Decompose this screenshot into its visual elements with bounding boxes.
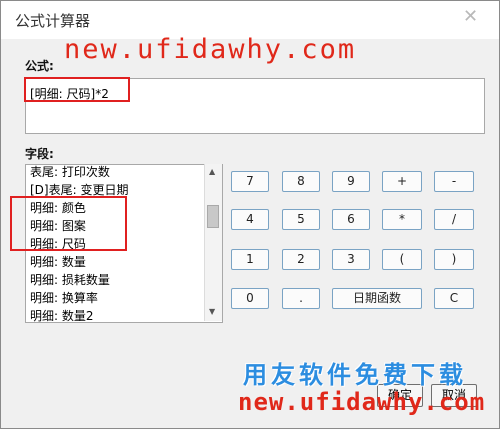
key-3-button[interactable]: 3: [332, 249, 370, 270]
formula-highlight-box: [24, 77, 130, 102]
key-0-button[interactable]: 0: [231, 288, 269, 309]
key-9-button[interactable]: 9: [332, 171, 370, 192]
scroll-up-icon[interactable]: ▲: [209, 167, 215, 176]
watermark-top: new.ufidawhy.com: [64, 34, 357, 65]
key-minus-button[interactable]: -: [434, 171, 474, 192]
key-4-button[interactable]: 4: [231, 209, 269, 230]
clear-button[interactable]: C: [434, 288, 474, 309]
scroll-down-icon[interactable]: ▼: [209, 307, 215, 316]
key-5-button[interactable]: 5: [282, 209, 320, 230]
list-item[interactable]: 表尾: 打印次数: [30, 165, 110, 181]
window-title: 公式计算器: [15, 12, 91, 30]
key-2-button[interactable]: 2: [282, 249, 320, 270]
list-item[interactable]: 明细: 数量2: [30, 307, 94, 322]
key-close-paren-button[interactable]: ): [434, 249, 474, 270]
key-open-paren-button[interactable]: (: [382, 249, 422, 270]
key-8-button[interactable]: 8: [282, 171, 320, 192]
close-icon[interactable]: ✕: [463, 6, 478, 27]
list-item[interactable]: 明细: 换算率: [30, 289, 98, 307]
fields-label: 字段:: [25, 147, 54, 161]
key-6-button[interactable]: 6: [332, 209, 370, 230]
date-function-button[interactable]: 日期函数: [332, 288, 422, 309]
list-item[interactable]: 明细: 损耗数量: [30, 271, 110, 289]
key-multiply-button[interactable]: *: [382, 209, 422, 230]
fields-highlight-box: [10, 196, 127, 251]
key-1-button[interactable]: 1: [231, 249, 269, 270]
list-item[interactable]: 明细: 数量: [30, 253, 86, 271]
formula-label: 公式:: [25, 59, 54, 73]
key-plus-button[interactable]: +: [382, 171, 422, 192]
key-7-button[interactable]: 7: [231, 171, 269, 192]
key-divide-button[interactable]: /: [434, 209, 474, 230]
fields-scrollbar[interactable]: ▲ ▼: [204, 164, 222, 321]
watermark-chinese: 用友软件免费下载: [243, 361, 467, 389]
scrollbar-thumb[interactable]: [207, 205, 219, 228]
key-dot-button[interactable]: .: [282, 288, 320, 309]
watermark-bottom: new.ufidawhy.com: [238, 388, 486, 416]
